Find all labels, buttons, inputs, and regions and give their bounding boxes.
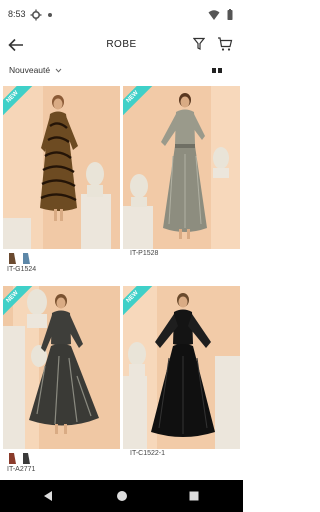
notification-dot-icon <box>48 13 52 17</box>
shopping-bag-icon[interactable] <box>217 36 233 52</box>
battery-icon <box>227 9 233 20</box>
product-reference: IT-P1528 <box>130 250 159 257</box>
grid-view-icon[interactable] <box>212 68 222 73</box>
page-title: ROBE <box>106 39 137 50</box>
home-circle-icon[interactable] <box>115 489 129 503</box>
product-reference: IT-G1524 <box>7 266 37 273</box>
product-reference: IT-C1522-1 <box>130 450 166 457</box>
sort-bar: Nouveauté <box>0 60 243 82</box>
gear-icon <box>30 9 42 21</box>
product-image[interactable]: NEW <box>3 86 120 249</box>
status-bar: 8:53 <box>0 0 243 30</box>
recents-square-icon[interactable] <box>187 489 201 503</box>
status-time: 8:53 <box>8 9 26 19</box>
color-swatch[interactable] <box>22 452 31 465</box>
system-nav-bar <box>0 480 243 512</box>
product-image[interactable]: NEW <box>123 286 240 449</box>
wifi-icon <box>208 10 220 20</box>
color-swatch[interactable] <box>8 452 17 465</box>
color-swatch[interactable] <box>8 252 17 265</box>
product-image[interactable]: NEW <box>123 86 240 249</box>
app-bar: ROBE <box>0 30 243 60</box>
back-triangle-icon[interactable] <box>41 489 55 503</box>
color-swatch[interactable] <box>22 252 31 265</box>
product-image[interactable]: NEW <box>3 286 120 449</box>
product-reference: IT-A2771 <box>7 466 36 473</box>
chevron-down-icon[interactable] <box>55 67 62 74</box>
sort-dropdown[interactable]: Nouveauté <box>9 65 50 75</box>
filter-icon[interactable] <box>193 37 205 51</box>
